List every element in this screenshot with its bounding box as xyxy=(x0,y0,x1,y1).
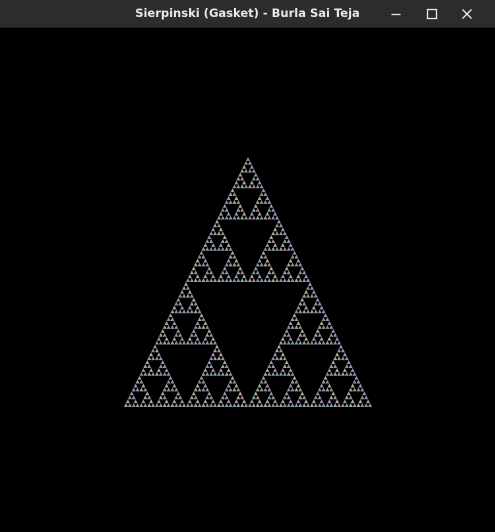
window-controls xyxy=(385,0,495,28)
sierpinski-gasket xyxy=(124,157,372,407)
close-button[interactable] xyxy=(456,3,478,25)
app-window: Sierpinski (Gasket) - Burla Sai Teja xyxy=(0,0,495,528)
close-icon xyxy=(462,9,472,19)
gasket-triangles xyxy=(127,160,369,407)
maximize-button[interactable] xyxy=(421,3,443,25)
maximize-icon xyxy=(426,8,438,20)
minimize-button[interactable] xyxy=(385,3,407,25)
gasket-triangles xyxy=(131,160,372,407)
fractal-group xyxy=(124,157,372,407)
title-bar[interactable]: Sierpinski (Gasket) - Burla Sai Teja xyxy=(0,0,495,28)
minimize-icon xyxy=(391,13,401,16)
drawing-canvas xyxy=(0,28,495,528)
